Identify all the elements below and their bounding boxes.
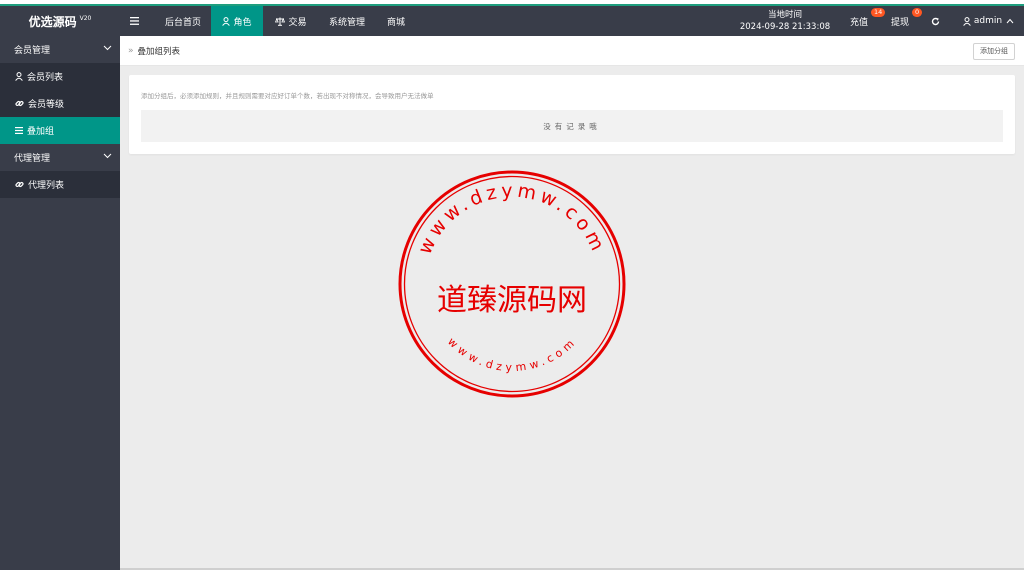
sidebar-group-label: 会员管理 [14,46,51,56]
sidebar-item-agent-list[interactable]: 代理列表 [0,171,120,198]
nav-dashboard[interactable]: 后台首页 [155,6,211,36]
scale-icon [275,17,286,26]
refresh-icon [931,17,940,25]
nav-role[interactable]: 角色 [211,6,263,36]
withdraw-button[interactable]: 提现 [885,6,915,36]
sidebar-item-label: 会员列表 [27,73,64,83]
user-menu[interactable]: admin [958,6,1022,36]
nav-system-label: 系统管理 [328,17,365,28]
app-version: V20 [79,14,92,22]
sidebar-group-label: 代理管理 [14,154,51,164]
chevron-down-icon [103,45,112,51]
sidebar-item-member-level[interactable]: 会员等级 [0,90,120,117]
content-card: 添加分组后，必须添加规则，并且规则需要对应好订单个数，若出现不对称情况，会导致用… [129,75,1015,154]
link-icon [15,181,24,188]
sidebar: 会员管理 会员列表 会员等级 叠加组 代理管理 代理列表 [0,36,120,570]
recharge-badge: 14 [871,8,886,17]
nav-mall[interactable]: 商城 [378,6,414,36]
nav-trade[interactable]: 交易 [265,6,317,36]
chevron-down-icon [103,153,112,159]
withdraw-label: 提现 [890,17,909,28]
double-chevron-right-icon: » [128,45,134,56]
add-group-button[interactable]: 添加分组 [973,43,1015,60]
empty-state: 没有记录哦 [141,110,1003,142]
nav-mall-label: 商城 [386,17,405,28]
user-icon [222,16,231,26]
stamp-center-text: 道臻源码网 [437,283,587,318]
sidebar-item-label: 会员等级 [28,100,65,110]
stamp-ring-top-text: www.dzymw.com [414,180,606,258]
recharge-button[interactable]: 充值 [844,6,874,36]
sidebar-item-stack-group[interactable]: 叠加组 [0,117,120,144]
top-header: 后台首页 角色 交易 系统管理 商城 当地时间 2024-09-28 21:33… [120,6,1024,36]
nav-system[interactable]: 系统管理 [320,6,374,36]
svg-text:www.dzymw.com: www.dzymw.com [445,335,579,374]
recharge-label: 充值 [849,17,868,28]
breadcrumb: » 叠加组列表 添加分组 [120,36,1024,66]
svg-text:www.dzymw.com: www.dzymw.com [414,180,610,258]
sidebar-group-members[interactable]: 会员管理 [0,36,120,63]
local-time: 当地时间 2024-09-28 21:33:08 [735,6,835,36]
menu-toggle-button[interactable] [120,6,152,36]
refresh-button[interactable] [926,6,948,36]
nav-trade-label: 交易 [288,17,307,28]
sidebar-item-label: 叠加组 [27,127,55,137]
sidebar-item-member-list[interactable]: 会员列表 [0,63,120,90]
nav-role-label: 角色 [233,17,252,28]
breadcrumb-current: 叠加组列表 [137,46,181,57]
app-title: 优选源码 [28,14,77,29]
hint-text: 添加分组后，必须添加规则，并且规则需要对应好订单个数，若出现不对称情况，会导致用… [141,92,434,100]
withdraw-badge: 0 [912,8,923,17]
chevron-up-icon [1006,18,1014,24]
stamp-ring-bottom-text: www.dzymw.com [445,335,576,374]
list-icon [15,127,23,134]
local-time-value: 2024-09-28 21:33:08 [739,22,831,32]
user-icon [15,72,23,81]
nav-dashboard-label: 后台首页 [164,17,201,28]
sidebar-group-agents[interactable]: 代理管理 [0,144,120,171]
watermark-stamp: www.dzymw.com www.dzymw.com 道臻源码网 [398,170,626,398]
local-time-label: 当地时间 [767,10,802,20]
app-logo[interactable]: 优选源码 V20 [0,6,120,36]
link-icon [15,100,24,107]
user-name: admin [973,16,1003,26]
user-icon [963,16,971,26]
menu-icon [130,17,139,25]
sidebar-item-label: 代理列表 [28,181,65,191]
